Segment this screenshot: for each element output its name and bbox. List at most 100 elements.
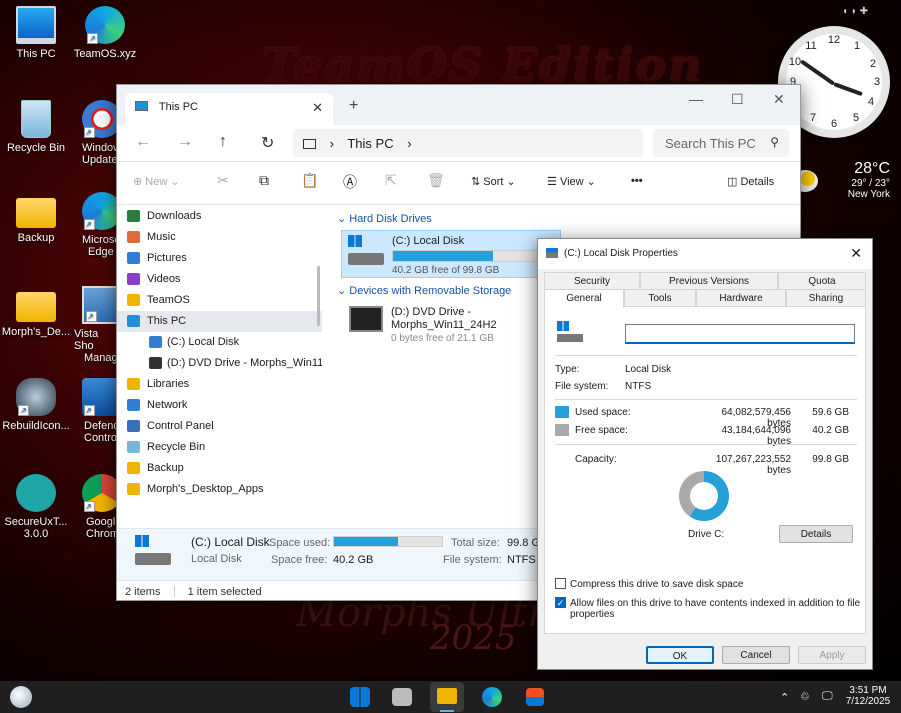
refresh-icon[interactable]: ↻ <box>261 133 274 153</box>
forward-icon[interactable]: → <box>177 133 193 151</box>
apply-button[interactable]: Apply <box>798 646 866 664</box>
edge-taskbar-icon[interactable] <box>482 687 502 707</box>
sidebar-item-control-panel[interactable]: Control Panel <box>117 416 322 437</box>
dialog-close-icon[interactable]: ✕ <box>850 245 862 262</box>
sidebar-item-this-pc[interactable]: This PC <box>117 311 322 332</box>
taskbar-clock[interactable]: 3:51 PM 7/12/2025 <box>840 685 896 707</box>
weather-widget[interactable]: 28°C 29° / 23° New York <box>790 160 890 200</box>
desktop-icon-chrome[interactable]: ↗ Googl Chrom <box>76 474 116 540</box>
sidebar-item-morph-s-desktop-apps[interactable]: Morph's_Desktop_Apps <box>117 479 322 500</box>
share-icon[interactable]: ⇱ <box>385 172 397 189</box>
chrome-icon: ↗ <box>82 474 116 512</box>
clock-hour-hand <box>833 82 863 97</box>
desktop-icon-defender-control[interactable]: ↗ Defend Contro <box>76 378 116 444</box>
dialog-title-bar: (C:) Local Disk Properties ✕ <box>538 239 872 269</box>
tab-tools[interactable]: Tools <box>624 289 696 306</box>
sidebar-item-teamos[interactable]: TeamOS <box>117 290 322 311</box>
store-taskbar-icon[interactable] <box>526 688 544 706</box>
close-icon[interactable]: ✕ <box>773 91 785 108</box>
sidebar-item-downloads[interactable]: Downloads <box>117 206 322 227</box>
drive-label-input[interactable] <box>625 324 855 344</box>
index-checkbox[interactable]: ✓ <box>555 597 566 608</box>
drive-c-tile[interactable]: (C:) Local Disk 40.2 GB free of 99.8 GB <box>341 230 562 278</box>
tab-previous-versions[interactable]: Previous Versions <box>640 272 778 289</box>
folder-icon <box>16 292 56 322</box>
group-removable-storage[interactable]: ⌄ Devices with Removable Storage <box>337 284 511 297</box>
sidebar-item-backup[interactable]: Backup <box>117 458 322 479</box>
sidebar-item-pictures[interactable]: Pictures <box>117 248 322 269</box>
breadcrumb-this-pc[interactable]: This PC <box>347 136 393 151</box>
ok-button[interactable]: OK <box>646 646 714 664</box>
view-button[interactable]: ☰ View ⌄ <box>547 175 596 188</box>
desktop-icon-vista-shortcut[interactable]: ↗ Vista Sho Manag <box>72 286 116 364</box>
task-view-icon[interactable] <box>392 688 412 706</box>
sidebar-item-music[interactable]: Music <box>117 227 322 248</box>
search-input[interactable]: Search This PC ⚲ <box>653 129 789 157</box>
minimize-icon[interactable]: — <box>689 91 703 107</box>
tray-icon-1[interactable]: ♲ <box>800 690 810 703</box>
cut-icon[interactable]: ✂ <box>217 172 229 189</box>
top-tray-icons[interactable]: ◖ ◗ ✚ <box>842 6 868 17</box>
delete-icon[interactable]: 🗑 <box>427 172 445 189</box>
back-icon[interactable]: ← <box>135 133 151 151</box>
folder-icon <box>127 294 140 306</box>
maximize-icon[interactable]: ☐ <box>731 91 744 108</box>
details-pane-button[interactable]: ◫ Details <box>727 175 774 188</box>
up-icon[interactable]: ↑ <box>219 133 227 151</box>
sidebar-item-c-local-disk[interactable]: (C:) Local Disk <box>117 332 322 353</box>
copy-icon[interactable]: ⧉ <box>259 172 269 189</box>
desktop-icon-rebuildicon[interactable]: ↗ RebuildIcon... <box>0 378 72 432</box>
compress-checkbox[interactable] <box>555 578 566 589</box>
new-tab-button[interactable]: + <box>349 97 358 115</box>
drive-icon <box>149 336 162 348</box>
vista-shortcut-icon: ↗ <box>82 286 116 324</box>
edge-icon: ↗ <box>85 6 125 44</box>
file-explorer-taskbar-button[interactable] <box>430 682 464 712</box>
tab-general[interactable]: General <box>544 289 624 308</box>
sidebar-scrollbar[interactable] <box>317 266 320 326</box>
desktop-icon-secureuxt[interactable]: SecureUxT... 3.0.0 <box>0 474 72 540</box>
this-pc-icon <box>135 101 148 111</box>
weather-taskbar-icon[interactable] <box>10 686 32 708</box>
control-panel-icon <box>127 420 140 432</box>
desktop-icon-backup[interactable]: Backup <box>0 192 72 244</box>
drive-d-tile[interactable]: (D:) DVD Drive - Morphs_Win11_24H2 0 byt… <box>341 302 561 350</box>
sidebar-item-libraries[interactable]: Libraries <box>117 374 322 395</box>
address-bar[interactable]: › This PC › <box>293 129 643 157</box>
sidebar-item-videos[interactable]: Videos <box>117 269 322 290</box>
details-pane-icon: ◫ <box>727 176 738 188</box>
cancel-button[interactable]: Cancel <box>722 646 790 664</box>
tray-chevron-icon[interactable]: ⌃ <box>780 691 789 704</box>
dvd-drive-icon <box>349 306 383 332</box>
drive-c-icon <box>135 535 171 569</box>
music-icon <box>127 231 140 243</box>
group-hard-disk-drives[interactable]: ⌄ Hard Disk Drives <box>337 212 432 225</box>
tab-quota[interactable]: Quota <box>778 272 866 289</box>
close-tab-icon[interactable]: ✕ <box>312 100 323 116</box>
tab-hardware[interactable]: Hardware <box>696 289 786 306</box>
desktop-icon-edge[interactable]: ↗ Microso Edge <box>76 192 116 258</box>
desktop-icon-morphs-desktop[interactable]: Morph's_De... <box>0 286 72 338</box>
network-icon[interactable]: 🖵 <box>822 690 833 703</box>
new-button[interactable]: ⊕ New ⌄ <box>133 175 180 188</box>
desktop-icon-teamos[interactable]: ↗ TeamOS.xyz <box>69 6 141 60</box>
dvd-icon <box>149 357 162 369</box>
desktop-icon-this-pc[interactable]: This PC <box>0 6 72 60</box>
start-icon[interactable] <box>350 687 370 707</box>
desktop-icon-windows-update[interactable]: ↗ Window Update <box>76 100 116 166</box>
sidebar-item-recycle-bin[interactable]: Recycle Bin <box>117 437 322 458</box>
sidebar-item-d-dvd-drive-morphs-win11-24h2[interactable]: (D:) DVD Drive - Morphs_Win11_24H2 <box>117 353 322 374</box>
more-options-button[interactable]: ••• <box>631 175 643 187</box>
download-icon <box>127 210 140 222</box>
nav-bar: ← → ↑ ↻ › This PC › Search This PC ⚲ <box>117 125 800 161</box>
paste-icon[interactable]: 📋 <box>301 172 318 189</box>
sort-button[interactable]: ⇅ Sort ⌄ <box>471 175 516 188</box>
tab-sharing[interactable]: Sharing <box>786 289 866 306</box>
sidebar-item-network[interactable]: Network <box>117 395 322 416</box>
tab-security[interactable]: Security <box>544 272 640 289</box>
libraries-icon <box>127 378 140 390</box>
rename-icon[interactable]: Ⓐ <box>343 172 357 192</box>
desktop-icon-recycle-bin[interactable]: Recycle Bin <box>0 100 72 154</box>
tab-this-pc[interactable]: This PC ✕ <box>125 93 333 125</box>
details-button[interactable]: Details <box>779 525 853 543</box>
